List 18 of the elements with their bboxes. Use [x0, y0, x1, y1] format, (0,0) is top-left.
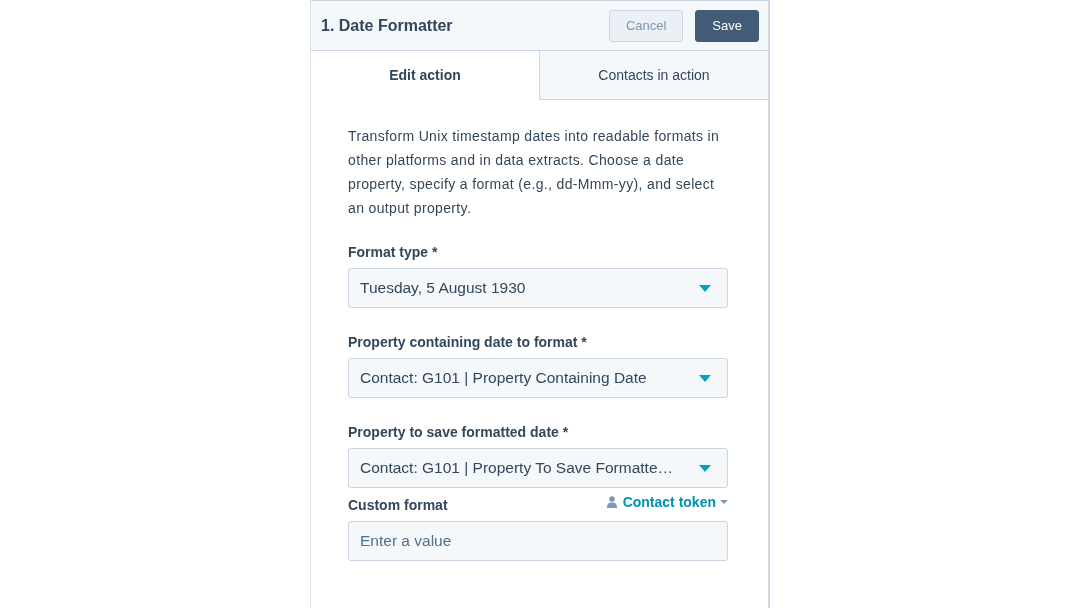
caret-icon	[699, 374, 711, 382]
caret-icon	[699, 464, 711, 472]
field-label: Property to save formatted date *	[348, 424, 569, 440]
field-label: Property containing date to format *	[348, 334, 587, 350]
field-label: Format type *	[348, 244, 438, 260]
dropdown[interactable]: Contact: G101 | Property To Save Formatte…	[348, 448, 728, 488]
dropdown[interactable]: Tuesday, 5 August 1930	[348, 268, 728, 308]
input-field[interactable]: Enter a value	[348, 521, 728, 561]
caret-icon	[720, 500, 728, 504]
panel-title: 1. Date Formatter	[321, 16, 453, 35]
contact-token-link[interactable]: Contact token	[606, 494, 728, 510]
description-text: Transform Unix timestamp dates into readable formats in other platforms and in data extracts. Choose a date property, specify a format (e.g., dd-Mmm-yy), and select an output property.	[348, 127, 721, 218]
save-button[interactable]: Save	[695, 9, 759, 42]
person-icon	[606, 496, 617, 508]
field-label: Custom format	[348, 497, 448, 513]
caret-icon	[699, 284, 711, 292]
dropdown[interactable]: Contact: G101 | Property Containing Date	[348, 358, 728, 398]
tab[interactable]: Contacts in action	[539, 51, 768, 100]
